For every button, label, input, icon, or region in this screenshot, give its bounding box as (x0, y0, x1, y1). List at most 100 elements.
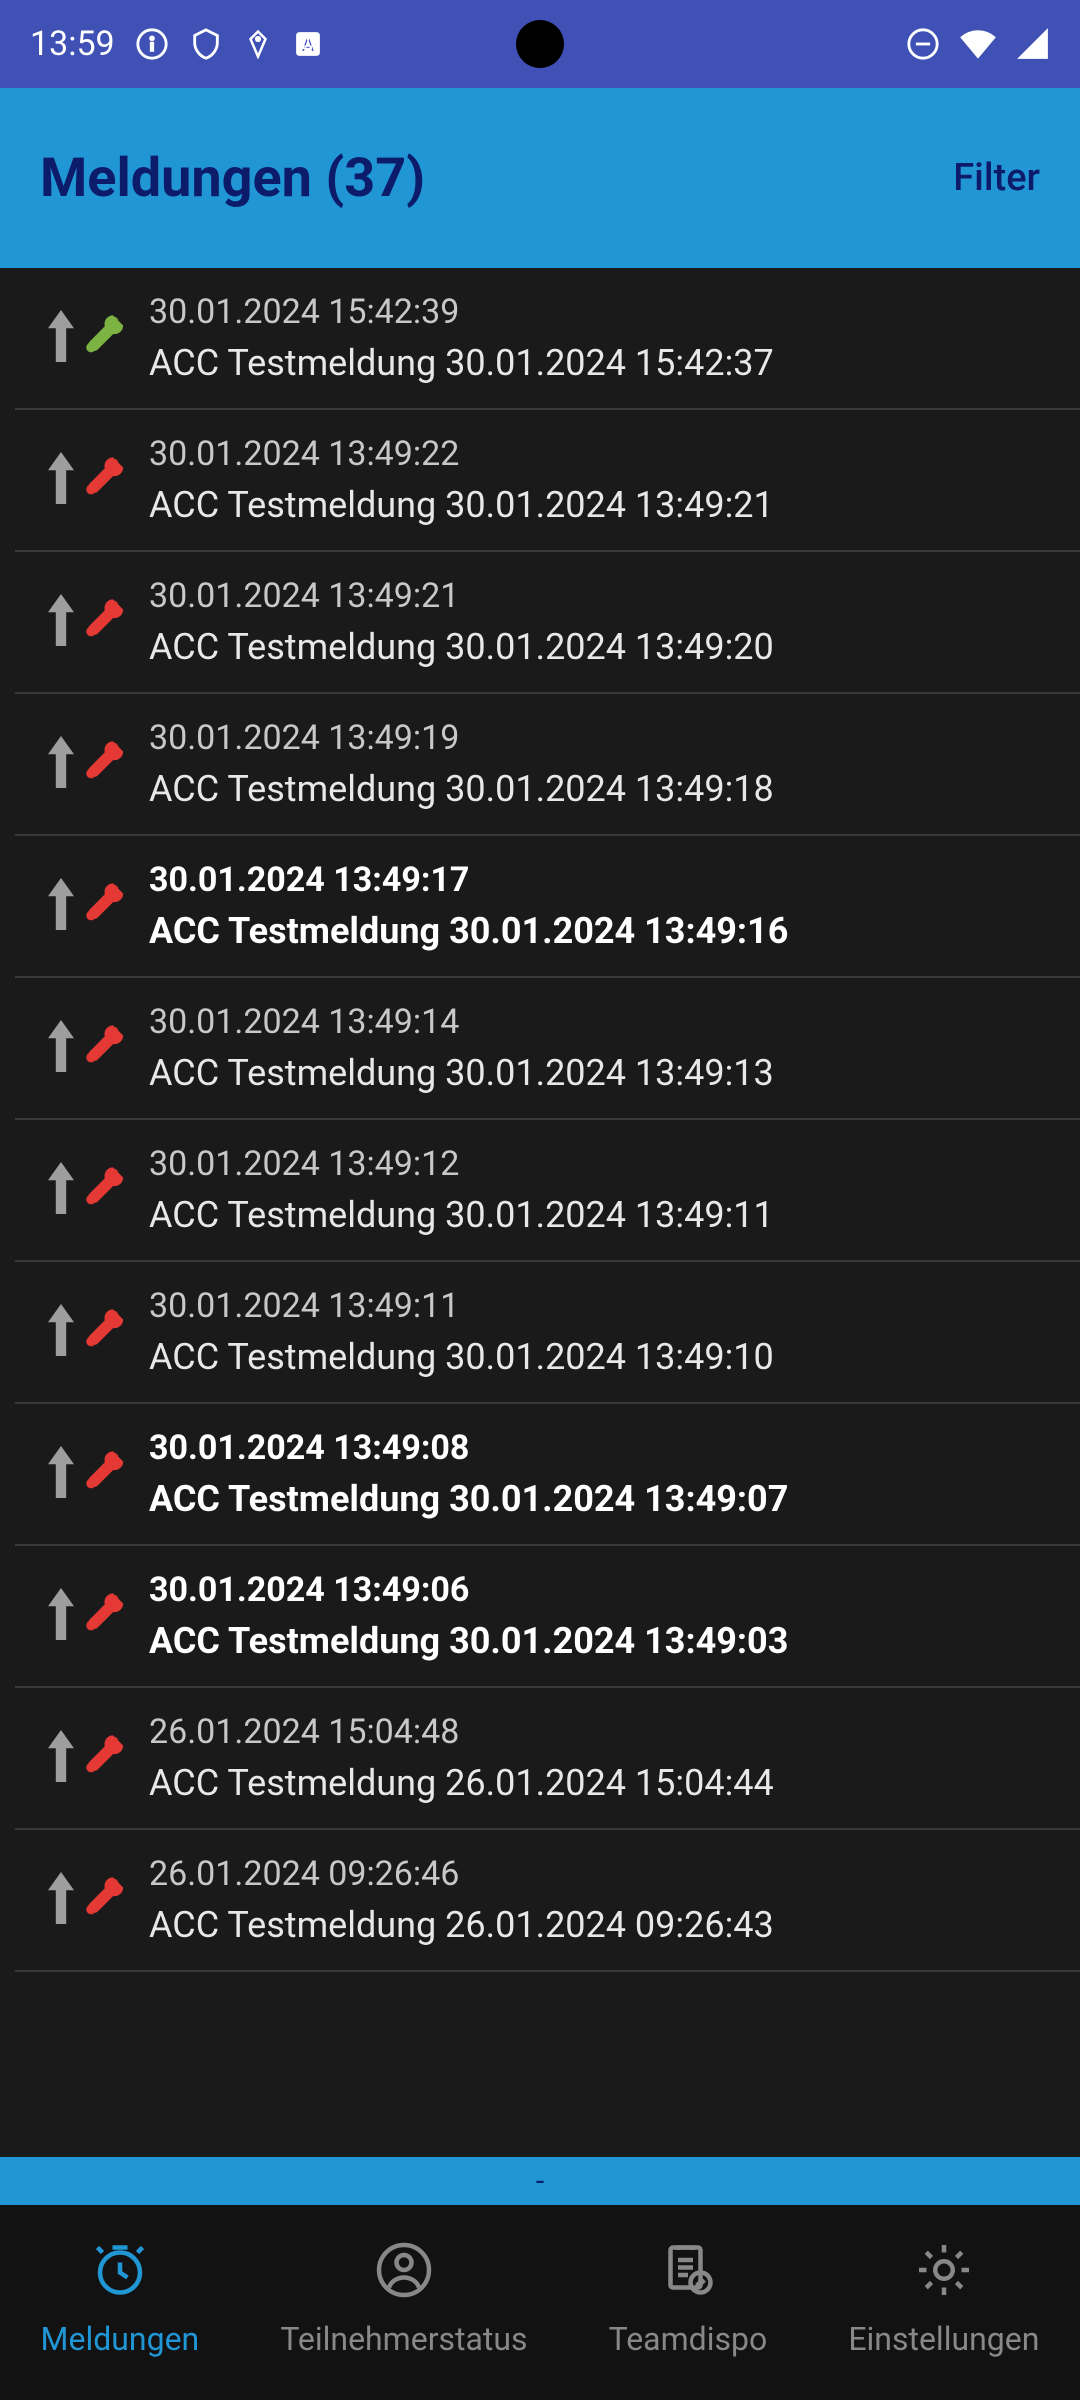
arrow-up-icon (45, 1162, 77, 1218)
list-item[interactable]: 26.01.2024 09:26:46 ACC Testmeldung 26.0… (15, 1830, 1080, 1972)
page-title: Meldungen (37) (40, 147, 425, 210)
item-texts: 30.01.2024 13:49:08 ACC Testmeldung 30.0… (149, 1428, 788, 1520)
nav-item-teilnehmerstatus[interactable]: Teilnehmerstatus (280, 2240, 527, 2358)
list-item[interactable]: 30.01.2024 13:49:11 ACC Testmeldung 30.0… (15, 1262, 1080, 1404)
item-texts: 26.01.2024 09:26:46 ACC Testmeldung 26.0… (149, 1854, 774, 1946)
item-icons (45, 1162, 125, 1218)
item-title: ACC Testmeldung 26.01.2024 15:04:44 (149, 1762, 774, 1804)
wrench-icon (81, 878, 127, 934)
item-icons (45, 1020, 125, 1076)
item-timestamp: 30.01.2024 13:49:08 (149, 1428, 788, 1468)
bottom-nav: Meldungen Teilnehmerstatus Teamdispo Ein… (0, 2205, 1080, 2400)
item-timestamp: 30.01.2024 13:49:19 (149, 718, 774, 758)
item-title: ACC Testmeldung 30.01.2024 13:49:07 (149, 1478, 788, 1520)
arrow-up-icon (45, 1730, 77, 1786)
item-texts: 30.01.2024 13:49:11 ACC Testmeldung 30.0… (149, 1286, 774, 1378)
list-item[interactable]: 30.01.2024 13:49:12 ACC Testmeldung 30.0… (15, 1120, 1080, 1262)
arrow-up-icon (45, 1020, 77, 1076)
nav-label: Teilnehmerstatus (280, 2320, 527, 2358)
item-icons (45, 878, 125, 934)
item-title: ACC Testmeldung 30.01.2024 13:49:18 (149, 768, 774, 810)
item-icons (45, 736, 125, 792)
item-title: ACC Testmeldung 30.01.2024 13:49:11 (149, 1194, 774, 1236)
status-left: 13:59 A (30, 24, 323, 64)
item-timestamp: 30.01.2024 13:49:21 (149, 576, 774, 616)
list-item[interactable]: 30.01.2024 13:49:08 ACC Testmeldung 30.0… (15, 1404, 1080, 1546)
wrench-icon (81, 1872, 127, 1928)
item-texts: 26.01.2024 15:04:48 ACC Testmeldung 26.0… (149, 1712, 774, 1804)
item-texts: 30.01.2024 13:49:06 ACC Testmeldung 30.0… (149, 1570, 788, 1662)
arrow-up-icon (45, 736, 77, 792)
item-title: ACC Testmeldung 30.01.2024 13:49:03 (149, 1620, 788, 1662)
item-texts: 30.01.2024 13:49:14 ACC Testmeldung 30.0… (149, 1002, 774, 1094)
nav-item-meldungen[interactable]: Meldungen (41, 2240, 200, 2358)
wrench-icon (81, 452, 127, 508)
item-texts: 30.01.2024 13:49:17 ACC Testmeldung 30.0… (149, 860, 788, 952)
item-timestamp: 30.01.2024 15:42:39 (149, 292, 774, 332)
status-right (906, 27, 1050, 61)
list-item[interactable]: 30.01.2024 15:42:39 ACC Testmeldung 30.0… (15, 268, 1080, 410)
item-title: ACC Testmeldung 30.01.2024 13:49:10 (149, 1336, 774, 1378)
nav-icon (658, 2240, 718, 2308)
dnd-icon (906, 27, 940, 61)
nav-label: Teamdispo (609, 2320, 768, 2358)
item-icons (45, 452, 125, 508)
wrench-icon (81, 1304, 127, 1360)
item-icons (45, 1446, 125, 1502)
nav-label: Meldungen (41, 2320, 200, 2358)
item-timestamp: 26.01.2024 09:26:46 (149, 1854, 774, 1894)
wifi-icon (958, 27, 998, 61)
messages-list[interactable]: 30.01.2024 15:42:39 ACC Testmeldung 30.0… (0, 268, 1080, 2110)
arrow-up-icon (45, 452, 77, 508)
arrow-up-icon (45, 1446, 77, 1502)
item-timestamp: 30.01.2024 13:49:17 (149, 860, 788, 900)
filter-button[interactable]: Filter (953, 156, 1040, 200)
app-a-icon: A (293, 29, 323, 59)
list-item[interactable]: 30.01.2024 13:49:19 ACC Testmeldung 30.0… (15, 694, 1080, 836)
wrench-icon (81, 1588, 127, 1644)
item-icons (45, 1872, 125, 1928)
item-texts: 30.01.2024 13:49:22 ACC Testmeldung 30.0… (149, 434, 774, 526)
item-texts: 30.01.2024 13:49:12 ACC Testmeldung 30.0… (149, 1144, 774, 1236)
nav-label: Einstellungen (848, 2320, 1039, 2358)
item-icons (45, 1730, 125, 1786)
item-timestamp: 30.01.2024 13:49:06 (149, 1570, 788, 1610)
list-item[interactable]: 30.01.2024 13:49:17 ACC Testmeldung 30.0… (15, 836, 1080, 978)
app-header: Meldungen (37) Filter (0, 88, 1080, 268)
arrow-up-icon (45, 1588, 77, 1644)
item-title: ACC Testmeldung 26.01.2024 09:26:43 (149, 1904, 774, 1946)
arrow-up-icon (45, 1304, 77, 1360)
item-icons (45, 1304, 125, 1360)
diamond-icon (243, 29, 273, 59)
item-timestamp: 26.01.2024 15:04:48 (149, 1712, 774, 1752)
item-texts: 30.01.2024 15:42:39 ACC Testmeldung 30.0… (149, 292, 774, 384)
wrench-icon (81, 1162, 127, 1218)
status-bar: 13:59 A (0, 0, 1080, 88)
item-texts: 30.01.2024 13:49:19 ACC Testmeldung 30.0… (149, 718, 774, 810)
arrow-up-icon (45, 594, 77, 650)
item-icons (45, 1588, 125, 1644)
item-timestamp: 30.01.2024 13:49:22 (149, 434, 774, 474)
list-item[interactable]: 26.01.2024 15:04:48 ACC Testmeldung 26.0… (15, 1688, 1080, 1830)
shield-icon (189, 27, 223, 61)
item-texts: 30.01.2024 13:49:21 ACC Testmeldung 30.0… (149, 576, 774, 668)
item-title: ACC Testmeldung 30.01.2024 13:49:20 (149, 626, 774, 668)
nav-item-teamdispo[interactable]: Teamdispo (609, 2240, 768, 2358)
list-item[interactable]: 30.01.2024 13:49:06 ACC Testmeldung 30.0… (15, 1546, 1080, 1688)
item-title: ACC Testmeldung 30.01.2024 15:42:37 (149, 342, 774, 384)
list-item[interactable]: 30.01.2024 13:49:14 ACC Testmeldung 30.0… (15, 978, 1080, 1120)
item-icons (45, 310, 125, 366)
item-timestamp: 30.01.2024 13:49:11 (149, 1286, 774, 1326)
wrench-icon (81, 1730, 127, 1786)
item-timestamp: 30.01.2024 13:49:14 (149, 1002, 774, 1042)
camera-hole (516, 20, 564, 68)
svg-text:A: A (301, 33, 315, 57)
list-item[interactable]: 30.01.2024 13:49:22 ACC Testmeldung 30.0… (15, 410, 1080, 552)
status-time: 13:59 (30, 24, 115, 64)
arrow-up-icon (45, 878, 77, 934)
cellular-icon (1016, 27, 1050, 61)
item-timestamp: 30.01.2024 13:49:12 (149, 1144, 774, 1184)
nav-item-einstellungen[interactable]: Einstellungen (848, 2240, 1039, 2358)
list-item[interactable]: 30.01.2024 13:49:21 ACC Testmeldung 30.0… (15, 552, 1080, 694)
item-icons (45, 594, 125, 650)
